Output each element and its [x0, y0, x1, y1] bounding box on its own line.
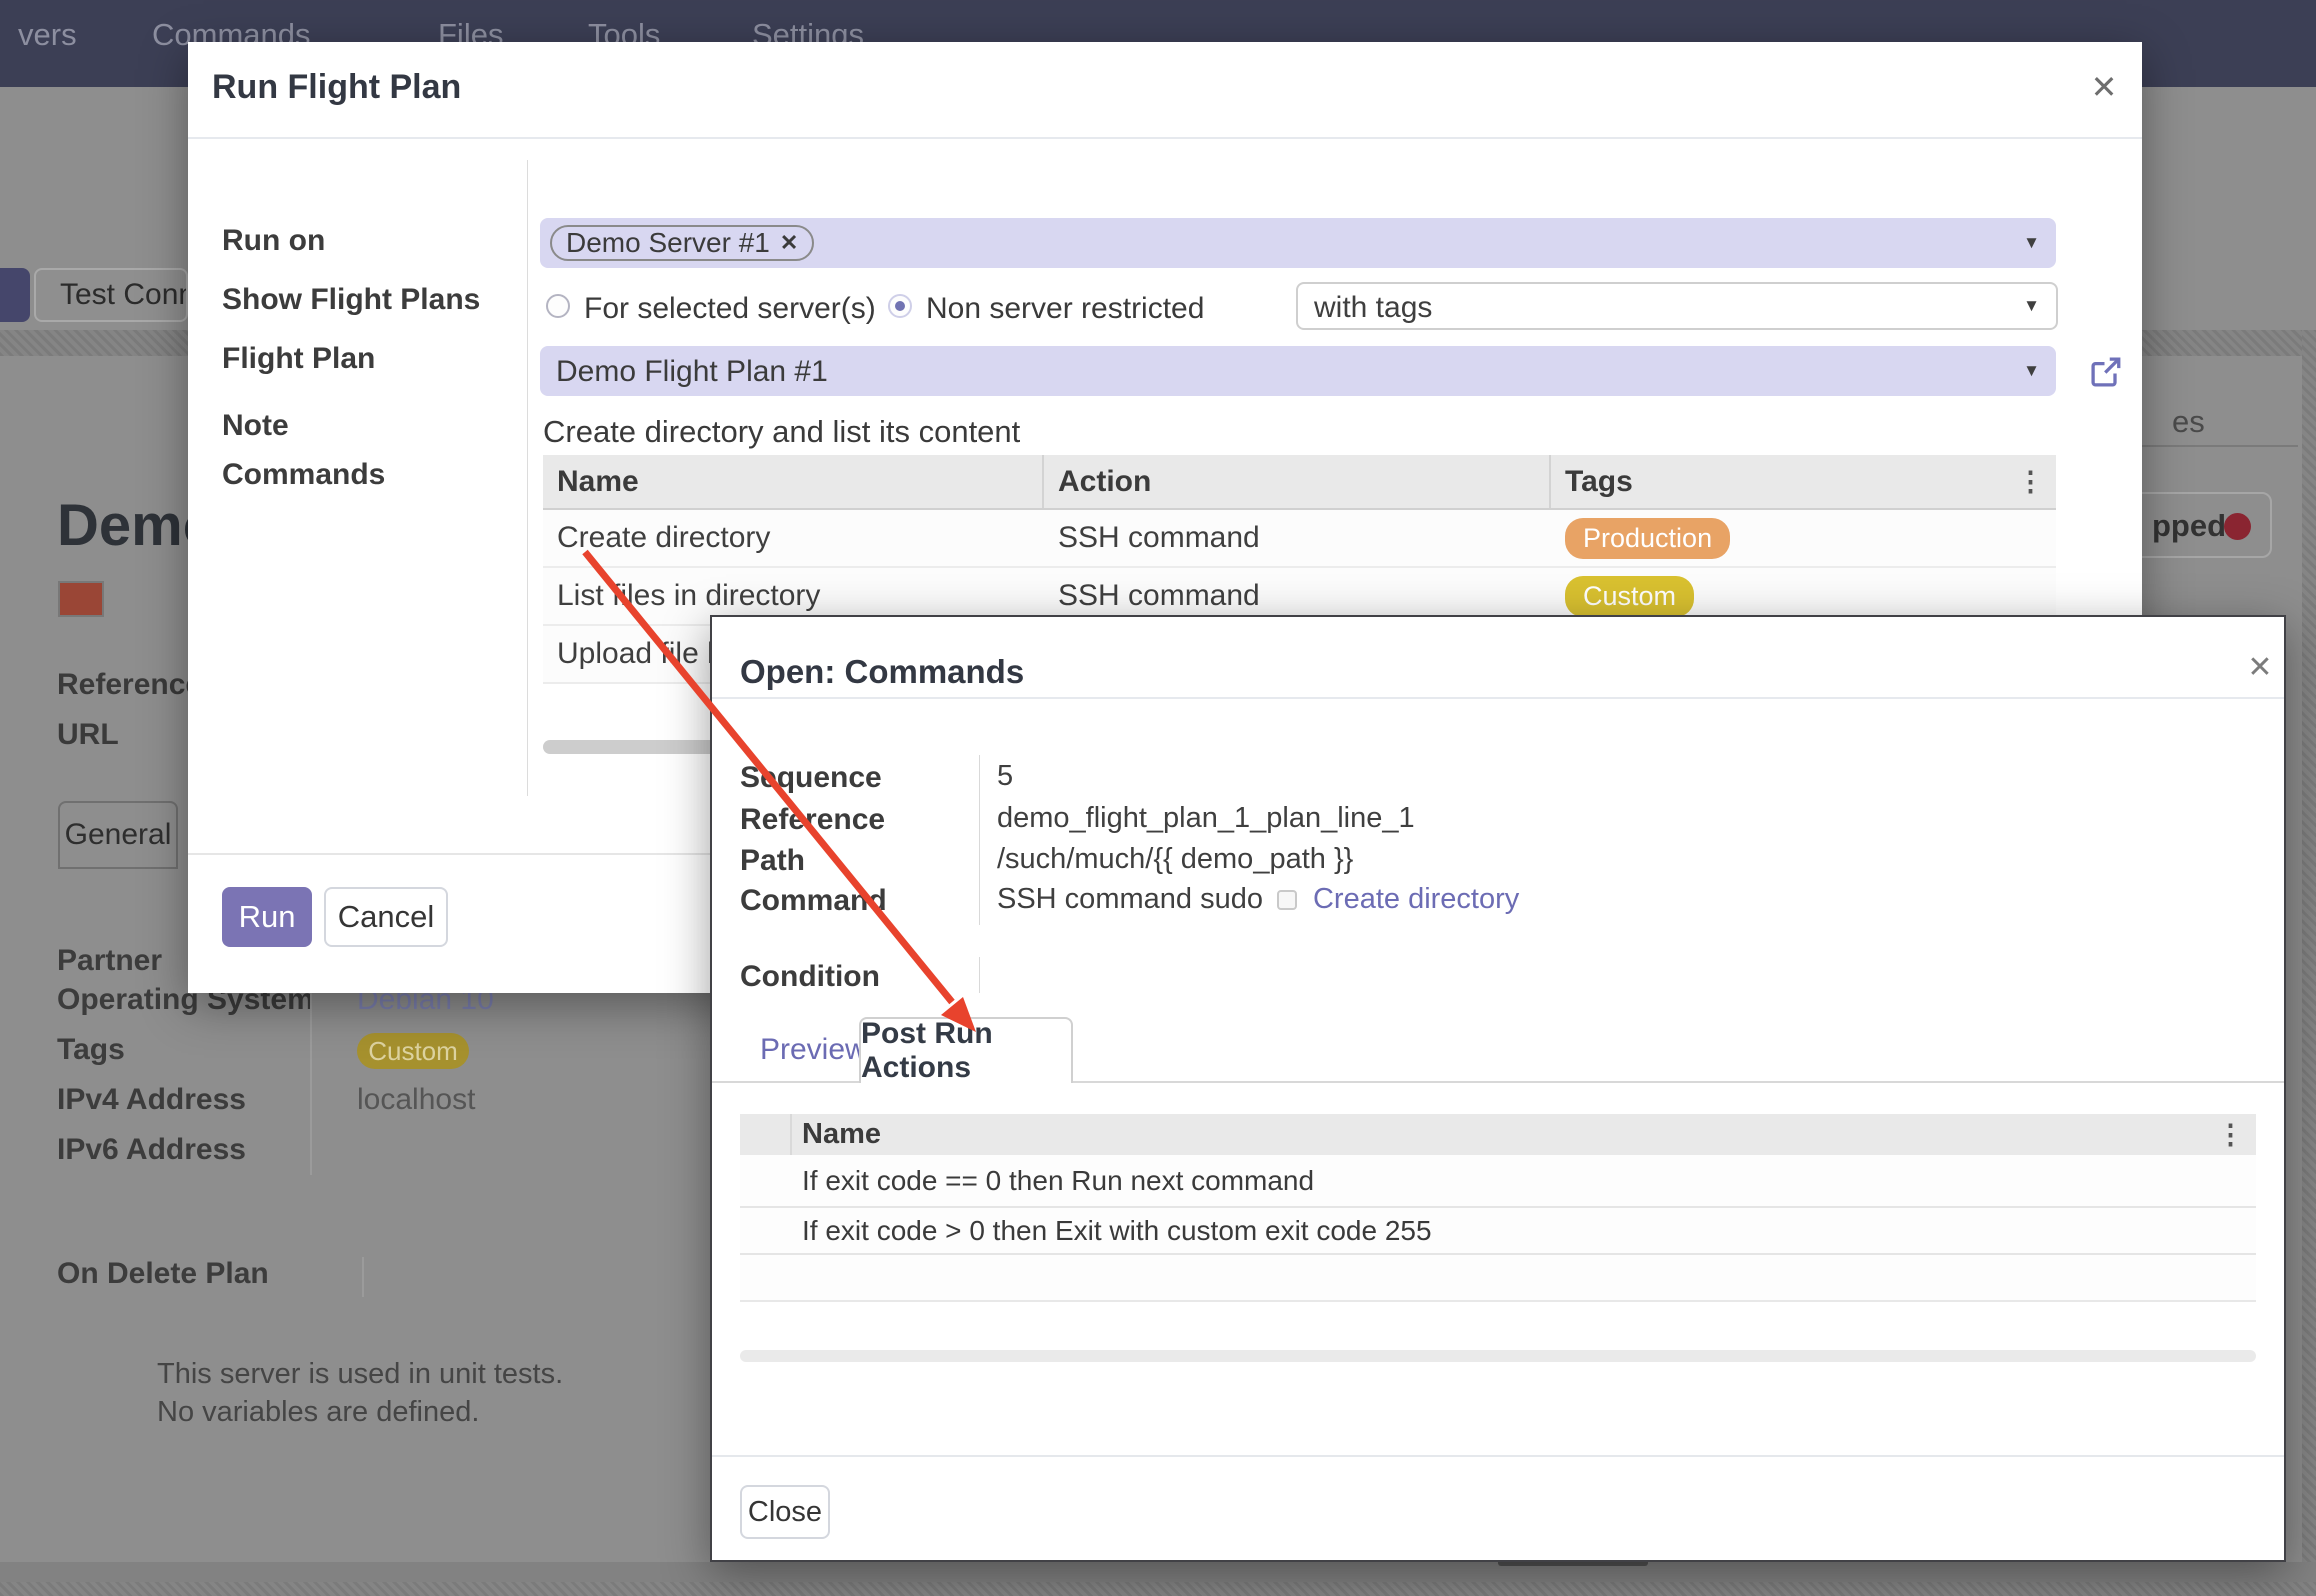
color-swatch[interactable] [58, 581, 104, 617]
nav-item-servers[interactable]: vers [18, 17, 77, 53]
flight-plan-select[interactable]: Demo Flight Plan #1 ▼ [540, 346, 2056, 396]
sheet-edge-hatch-right [2302, 330, 2316, 1596]
selector-column[interactable] [740, 1114, 792, 1155]
cell-name: List files in directory [543, 579, 1044, 613]
header-divider [712, 697, 2284, 699]
header-divider [188, 137, 2142, 139]
with-tags-select[interactable]: with tags ▼ [1296, 282, 2058, 330]
table-options-icon[interactable]: ⋮ [2017, 466, 2044, 497]
column-header-name[interactable]: Name [543, 455, 1044, 508]
column-header-tags-label: Tags [1565, 465, 1633, 498]
tags-label: Tags [57, 1033, 125, 1067]
command-value-row: SSH command sudo Create directory [997, 883, 1519, 916]
partner-label: Partner [57, 944, 162, 978]
clipped-right-text: es [2172, 404, 2205, 440]
dialog-title: Run Flight Plan [212, 68, 461, 107]
cell-action: SSH command [1044, 521, 1551, 555]
server-note-line1: This server is used in unit tests. [157, 1358, 563, 1391]
with-tags-value: with tags [1314, 291, 1432, 325]
sequence-label: Sequence [740, 761, 882, 795]
run-button[interactable]: Run [222, 887, 312, 947]
column-header-tags[interactable]: Tags ⋮ [1551, 465, 2056, 499]
sheet-bottom-strip [0, 1562, 2316, 1582]
close-icon[interactable]: ✕ [2240, 650, 2280, 690]
horizontal-scrollbar[interactable] [740, 1350, 2256, 1362]
radio-for-selected-servers-label: For selected server(s) [584, 292, 876, 326]
path-value: /such/much/{{ demo_path }} [997, 843, 1353, 876]
column-header-name[interactable]: Name [792, 1118, 881, 1151]
close-button[interactable]: Close [740, 1485, 830, 1539]
close-icon[interactable]: ✕ [2084, 68, 2124, 108]
server-note-line2: No variables are defined. [157, 1396, 479, 1429]
sheet-edge-hatch-bottom [0, 1582, 2316, 1596]
ipv6-label: IPv6 Address [57, 1133, 246, 1167]
command-checkbox[interactable] [1277, 890, 1297, 910]
empty-table-row [740, 1255, 2256, 1302]
radio-non-server-restricted-label: Non server restricted [926, 292, 1204, 326]
tag-badge-custom: Custom [357, 1033, 469, 1069]
chevron-down-icon: ▼ [2023, 296, 2040, 316]
url-label: URL [57, 718, 119, 752]
table-header-row: Name Action Tags ⋮ [543, 455, 2056, 510]
cancel-button[interactable]: Cancel [324, 887, 448, 947]
ipv4-value: localhost [357, 1083, 475, 1117]
tab-general[interactable]: General [58, 801, 178, 869]
tab-preview[interactable]: Preview [760, 1033, 867, 1067]
field-separator-line2 [362, 1257, 364, 1297]
path-label: Path [740, 844, 805, 878]
chevron-down-icon: ▼ [2023, 233, 2040, 253]
on-delete-plan-label: On Delete Plan [57, 1257, 269, 1291]
cell-action: SSH command [1044, 579, 1551, 613]
label-column-divider [979, 755, 980, 925]
chevron-down-icon: ▼ [2023, 361, 2040, 381]
condition-label: Condition [740, 960, 880, 994]
open-commands-dialog: Open: Commands ✕ Sequence Reference Path… [710, 615, 2286, 1562]
reference-label: Reference [57, 668, 202, 702]
clipped-primary-button[interactable] [0, 268, 30, 322]
table-options-icon[interactable]: ⋮ [2217, 1119, 2244, 1150]
server-tag-chip[interactable]: Demo Server #1 ✕ [550, 225, 814, 261]
test-connection-button[interactable]: Test Conne [34, 268, 188, 322]
status-dot-icon [2224, 513, 2251, 540]
footer-divider [712, 1455, 2284, 1457]
field-separator-line [310, 990, 312, 1175]
external-link-icon[interactable] [2088, 354, 2124, 390]
tab-post-run-actions[interactable]: Post Run Actions [859, 1017, 1073, 1083]
cell-name: Create directory [543, 521, 1044, 555]
flight-plan-value: Demo Flight Plan #1 [556, 355, 828, 389]
label-column-divider [527, 160, 528, 796]
reference-label: Reference [740, 803, 885, 837]
server-title: Demo [57, 492, 188, 564]
server-tag-label: Demo Server #1 [566, 227, 770, 259]
flight-plan-label: Flight Plan [222, 342, 375, 376]
radio-non-server-restricted[interactable] [888, 294, 912, 318]
run-on-select[interactable]: Demo Server #1 ✕ ▼ [540, 218, 2056, 268]
flight-plan-description: Create directory and list its content [543, 414, 1020, 450]
remove-tag-icon[interactable]: ✕ [780, 230, 798, 256]
post-run-actions-table: Name ⋮ If exit code == 0 then Run next c… [740, 1114, 2256, 1302]
table-row[interactable]: Create directory SSH command Production [543, 510, 2056, 568]
column-header-action[interactable]: Action [1044, 455, 1551, 508]
radio-for-selected-servers[interactable] [546, 294, 570, 318]
reference-value: demo_flight_plan_1_plan_line_1 [997, 802, 1415, 835]
label-column-divider2 [979, 957, 980, 993]
ipv4-label: IPv4 Address [57, 1083, 246, 1117]
command-value: SSH command sudo [997, 883, 1263, 916]
command-label: Command [740, 884, 887, 918]
show-flight-plans-label: Show Flight Plans [222, 283, 480, 317]
tag-chip-custom: Custom [1565, 576, 1694, 617]
table-row[interactable]: If exit code == 0 then Run next command [740, 1155, 2256, 1208]
table-row[interactable]: If exit code > 0 then Exit with custom e… [740, 1208, 2256, 1255]
sequence-value: 5 [997, 760, 1013, 793]
tag-chip-production: Production [1565, 518, 1730, 559]
note-label: Note [222, 409, 289, 443]
table-header-row: Name ⋮ [740, 1114, 2256, 1155]
create-directory-link[interactable]: Create directory [1313, 883, 1519, 916]
commands-label: Commands [222, 458, 385, 492]
dialog-title: Open: Commands [740, 653, 1024, 691]
status-badge-text: pped [2152, 508, 2226, 544]
run-on-label: Run on [222, 224, 325, 258]
